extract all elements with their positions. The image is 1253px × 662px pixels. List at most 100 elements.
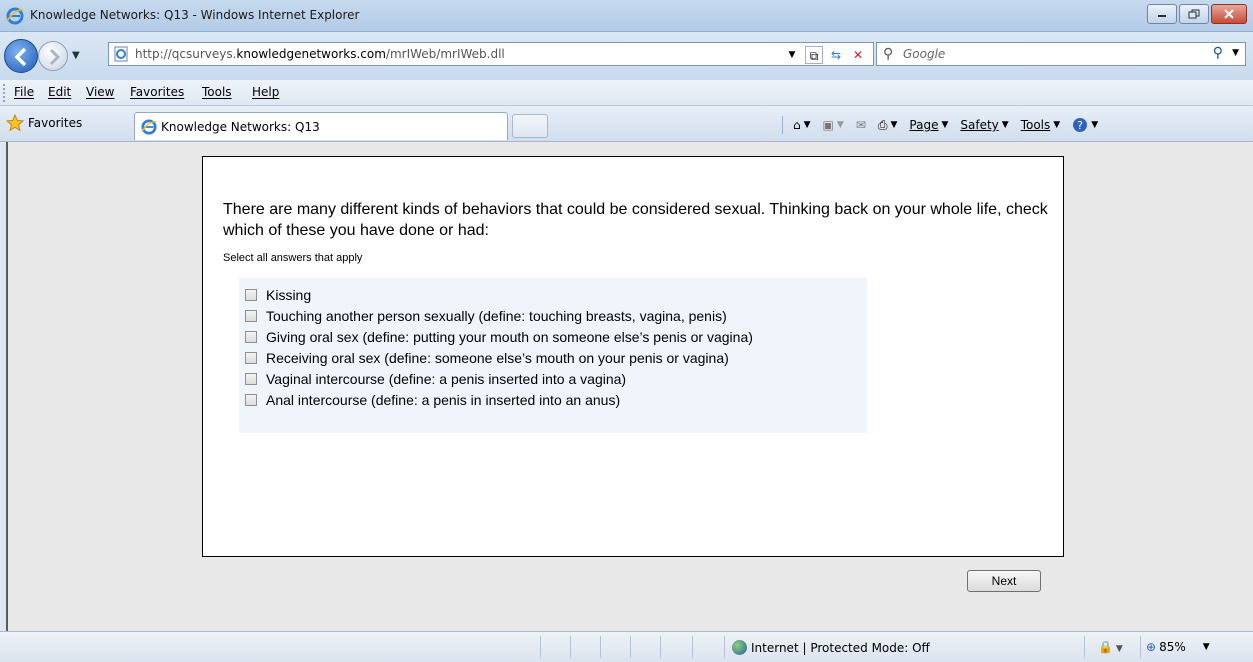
address-dropdown-icon[interactable]: ▼ — [783, 46, 801, 64]
protected-dropdown-icon: ▼ — [1112, 644, 1123, 654]
window-controls — [1145, 4, 1247, 26]
tools-menu-label: Tools — [1020, 118, 1051, 132]
home-icon: ⌂ — [793, 118, 801, 132]
security-zone[interactable]: Internet | Protected Mode: Off — [732, 640, 930, 655]
question-text: There are many different kinds of behavi… — [223, 201, 1048, 239]
restore-button[interactable] — [1179, 4, 1209, 24]
print-dropdown-icon: ▼ — [890, 120, 898, 130]
forward-button[interactable] — [38, 41, 68, 71]
answer-label: Receiving oral sex (define: someone else… — [266, 349, 729, 366]
page-icon — [114, 46, 128, 62]
home-button[interactable]: ⌂ ▼ — [793, 118, 811, 132]
history-dropdown-icon[interactable]: ▼ — [72, 50, 80, 61]
answer-label: Anal intercourse (define: a penis in ins… — [266, 391, 621, 408]
status-divider — [630, 636, 631, 658]
address-field[interactable]: http://qcsurveys.knowledgenetworks.com/m… — [108, 42, 874, 66]
url-prefix: http://qcsurveys. — [135, 47, 237, 61]
status-bar: Internet | Protected Mode: Off 🔒 ▼ ⊕ 85%… — [0, 631, 1253, 662]
menu-help[interactable]: Help — [252, 85, 279, 99]
help-icon: ? — [1073, 118, 1088, 132]
restore-icon — [1188, 9, 1200, 19]
new-tab-button[interactable] — [512, 114, 548, 138]
tools-menu[interactable]: Tools ▼ — [1021, 118, 1060, 132]
answer-checkbox[interactable] — [245, 351, 257, 364]
answer-checkbox[interactable] — [245, 393, 257, 406]
answer-label: Kissing — [266, 286, 312, 303]
answer-checkbox[interactable] — [245, 309, 257, 322]
url-text: http://qcsurveys.knowledgenetworks.com/m… — [135, 47, 505, 61]
status-divider — [540, 636, 541, 658]
menu-edit[interactable]: Edit — [48, 85, 71, 99]
answer-option-anal[interactable]: Anal intercourse (define: a penis in ins… — [239, 389, 867, 410]
search-icon[interactable]: ⚲ — [1213, 45, 1223, 61]
back-button[interactable] — [4, 39, 38, 73]
browser-tab[interactable]: Knowledge Networks: Q13 — [134, 112, 508, 140]
menu-tools[interactable]: Tools — [202, 85, 232, 99]
answer-option-kissing[interactable]: Kissing — [239, 284, 867, 305]
home-dropdown-icon: ▼ — [803, 120, 811, 130]
menu-favorites[interactable]: Favorites — [130, 85, 184, 99]
page-menu-label: Page — [909, 118, 939, 132]
window-title: Knowledge Networks: Q13 - Windows Intern… — [30, 8, 360, 22]
survey-panel: There are many different kinds of behavi… — [202, 156, 1064, 557]
status-divider — [724, 636, 725, 658]
page-menu[interactable]: Page ▼ — [909, 118, 948, 132]
answer-list: Kissing Touching another person sexually… — [239, 278, 867, 433]
next-button[interactable]: Next — [967, 570, 1041, 592]
command-bar: ⌂ ▼ ▣ ▼ ✉ ⎙ ▼ Page ▼ Safety ▼ Tools ▼ ? ▼ — [782, 116, 1110, 134]
url-domain: knowledgenetworks.com — [236, 47, 386, 61]
status-divider — [1084, 636, 1085, 658]
zone-text: Internet | Protected Mode: Off — [751, 640, 930, 655]
instruction-text: Select all answers that apply — [223, 252, 363, 264]
arrow-right-icon — [49, 48, 61, 66]
svg-text:?: ? — [1077, 119, 1083, 132]
minimize-button[interactable] — [1147, 4, 1177, 24]
mail-icon: ✉ — [855, 118, 866, 132]
feeds-button[interactable]: ▣ ▼ — [823, 118, 844, 132]
favorites-bar: Favorites Knowledge Networks: Q13 ⌂ ▼ ▣ ▼ … — [0, 106, 1253, 142]
arrow-left-icon — [14, 47, 27, 67]
answer-option-receiving-oral[interactable]: Receiving oral sex (define: someone else… — [239, 347, 867, 368]
status-divider — [1140, 636, 1141, 658]
answer-option-vaginal[interactable]: Vaginal intercourse (define: a penis ins… — [239, 368, 867, 389]
answer-checkbox[interactable] — [245, 330, 257, 343]
zoom-dropdown-icon: ▼ — [1202, 642, 1210, 652]
safety-menu[interactable]: Safety ▼ — [960, 118, 1008, 132]
safety-dropdown-icon: ▼ — [1001, 120, 1009, 130]
favorites-button[interactable]: Favorites — [6, 114, 82, 132]
stop-icon[interactable]: ✕ — [849, 46, 867, 64]
print-button[interactable]: ⎙ ▼ — [878, 118, 898, 133]
page-content: There are many different kinds of behavi… — [6, 142, 1253, 631]
menu-view[interactable]: View — [86, 85, 114, 99]
answer-label: Vaginal intercourse (define: a penis ins… — [266, 370, 627, 387]
status-divider — [600, 636, 601, 658]
zoom-icon: ⊕ — [1146, 640, 1157, 654]
help-dropdown-icon: ▼ — [1091, 120, 1099, 130]
address-row: ▼ http://qcsurveys.knowledgenetworks.com… — [0, 32, 1253, 80]
tools-dropdown-icon: ▼ — [1053, 120, 1061, 130]
tab-label: Knowledge Networks: Q13 — [161, 119, 320, 134]
minimize-icon — [1158, 15, 1166, 17]
answer-checkbox[interactable] — [245, 372, 257, 385]
internet-explorer-icon — [6, 7, 24, 25]
zoom-level: 85% — [1159, 640, 1186, 654]
answer-checkbox[interactable] — [245, 288, 257, 301]
menu-file[interactable]: File — [14, 85, 34, 99]
search-options-dropdown-icon[interactable]: ▼ — [1232, 48, 1239, 58]
page-dropdown-icon: ▼ — [941, 120, 949, 130]
answer-label: Giving oral sex (define: putting your mo… — [266, 328, 753, 345]
favorites-label: Favorites — [28, 116, 83, 130]
protected-mode-button[interactable]: 🔒 ▼ — [1098, 640, 1123, 654]
url-suffix: /mrIWeb/mrIWeb.dll — [385, 47, 505, 61]
mail-button[interactable]: ✉ — [856, 118, 866, 132]
command-separator — [782, 116, 783, 134]
answer-option-touching[interactable]: Touching another person sexually (define… — [239, 305, 867, 326]
refresh-icon[interactable]: ⇆ — [827, 46, 845, 64]
answer-option-giving-oral[interactable]: Giving oral sex (define: putting your mo… — [239, 326, 867, 347]
menu-grip — [3, 84, 5, 102]
search-field[interactable]: ⚲ Google ⚲ ▼ — [876, 42, 1246, 66]
compatibility-view-icon[interactable]: ⧉ — [805, 46, 823, 64]
close-window-button[interactable] — [1211, 4, 1247, 24]
zoom-control[interactable]: ⊕ 85% ▼ — [1146, 640, 1210, 654]
help-button[interactable]: ? ▼ — [1072, 117, 1098, 133]
